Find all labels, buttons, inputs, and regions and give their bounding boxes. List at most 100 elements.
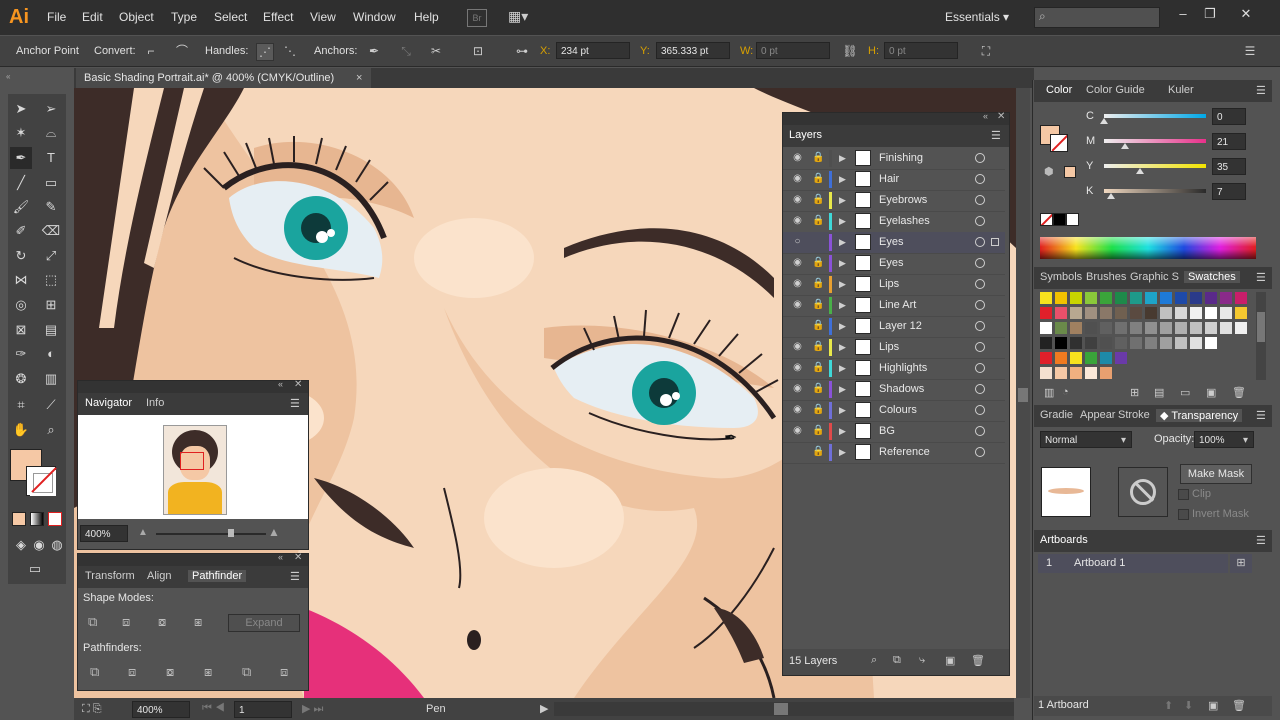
close-layers-icon[interactable]: ✕ bbox=[997, 111, 1005, 122]
tab-transparency[interactable]: ◆ Transparency bbox=[1156, 409, 1243, 422]
color-swatch[interactable] bbox=[1175, 307, 1187, 319]
navigator-zoom-thumb[interactable] bbox=[228, 529, 234, 537]
none-mode-icon[interactable] bbox=[48, 512, 62, 526]
tab-layers[interactable]: Layers bbox=[789, 129, 822, 141]
swatch-libraries-icon[interactable]: ▥ bbox=[1044, 386, 1054, 399]
menu-help[interactable]: Help bbox=[414, 10, 439, 24]
color-swatch[interactable] bbox=[1040, 337, 1052, 349]
layer-target-icon[interactable] bbox=[975, 363, 985, 373]
color-swatch[interactable] bbox=[1115, 337, 1127, 349]
layer-target-icon[interactable] bbox=[975, 195, 985, 205]
opacity-field[interactable]: 100% ▾ bbox=[1194, 431, 1254, 448]
color-swatch[interactable] bbox=[1085, 292, 1097, 304]
draw-inside-icon[interactable]: ◍ bbox=[46, 534, 68, 556]
lock-icon[interactable]: 🔒 bbox=[812, 362, 824, 374]
tab-brushes[interactable]: Brushes bbox=[1086, 271, 1126, 283]
pathfinder-menu-icon[interactable]: ☰ bbox=[290, 570, 300, 583]
color-spectrum-bar[interactable] bbox=[1040, 237, 1256, 259]
artboard-number-field[interactable]: 1 bbox=[234, 701, 292, 718]
layer-target-icon[interactable] bbox=[975, 321, 985, 331]
artboard-row[interactable]: 1 Artboard 1 bbox=[1038, 554, 1228, 573]
color-swatch[interactable] bbox=[1055, 367, 1067, 379]
color-swatch[interactable] bbox=[1130, 337, 1142, 349]
tab-transform[interactable]: Transform bbox=[85, 570, 135, 582]
tab-color-guide[interactable]: Color Guide bbox=[1086, 84, 1145, 96]
visibility-eye-icon[interactable]: ◉ bbox=[791, 278, 804, 290]
hand-tool-icon[interactable]: ✋ bbox=[10, 419, 32, 441]
color-swatch[interactable] bbox=[1190, 307, 1202, 319]
close-pathfinder-icon[interactable]: ✕ bbox=[294, 552, 302, 563]
reference-point-icon[interactable]: ⊶ bbox=[514, 43, 530, 59]
expand-layer-icon[interactable]: ▶ bbox=[839, 446, 849, 458]
gradient-tool-icon[interactable]: ▤ bbox=[40, 319, 62, 341]
color-swatch[interactable] bbox=[1100, 352, 1112, 364]
navigator-zoom-slider[interactable] bbox=[156, 529, 266, 537]
expand-layer-icon[interactable]: ▶ bbox=[839, 404, 849, 416]
clip-checkbox[interactable] bbox=[1178, 489, 1189, 500]
color-swatch[interactable] bbox=[1085, 352, 1097, 364]
visibility-eye-icon[interactable]: ◉ bbox=[791, 257, 804, 269]
new-swatch-icon[interactable]: ▣ bbox=[1206, 386, 1216, 399]
tab-graphic-styles[interactable]: Graphic S bbox=[1130, 271, 1179, 283]
menu-object[interactable]: Object bbox=[119, 10, 154, 24]
navigator-zoom-field[interactable]: 400% bbox=[80, 525, 128, 542]
merge-icon[interactable]: ⧇ bbox=[166, 664, 174, 680]
convert-smooth-icon[interactable]: ⌒ bbox=[174, 43, 190, 59]
collapse-pathfinder-icon[interactable]: « bbox=[278, 552, 283, 562]
screen-mode-icon[interactable]: ▭ bbox=[24, 558, 46, 580]
color-swatch[interactable] bbox=[1145, 322, 1157, 334]
new-artboard-icon[interactable]: ▣ bbox=[1208, 699, 1218, 712]
tab-align[interactable]: Align bbox=[147, 570, 171, 582]
new-sublayer-icon[interactable]: ⤷ bbox=[919, 654, 925, 667]
color-swatch[interactable] bbox=[1115, 292, 1127, 304]
color-swatch[interactable] bbox=[1115, 307, 1127, 319]
crop-icon[interactable]: ⧆ bbox=[204, 664, 212, 680]
color-swatch[interactable] bbox=[1055, 307, 1067, 319]
artboards-menu-icon[interactable]: ☰ bbox=[1256, 534, 1266, 547]
lock-icon[interactable]: 🔒 bbox=[812, 446, 824, 458]
tab-pathfinder[interactable]: Pathfinder bbox=[188, 570, 247, 582]
layer-row[interactable]: 🔒 ▶ Layer 12 bbox=[783, 316, 1005, 338]
delete-artboard-icon[interactable]: 🗑 bbox=[1232, 699, 1246, 712]
color-swatch[interactable] bbox=[1085, 322, 1097, 334]
slice-tool-icon[interactable]: ⟋ bbox=[40, 394, 62, 416]
color-swatch[interactable] bbox=[1130, 307, 1142, 319]
lock-icon[interactable] bbox=[812, 236, 824, 248]
make-mask-button[interactable]: Make Mask bbox=[1180, 464, 1252, 484]
visibility-eye-icon[interactable]: ◉ bbox=[791, 299, 804, 311]
color-swatch[interactable] bbox=[1130, 292, 1142, 304]
close-panel-icon[interactable]: ✕ bbox=[294, 379, 302, 390]
color-swatch[interactable] bbox=[1115, 322, 1127, 334]
color-swatch[interactable] bbox=[1160, 337, 1172, 349]
layer-row[interactable]: ◉ 🔒 ▶ Finishing bbox=[783, 148, 1005, 170]
remove-anchor-icon[interactable]: ✒ bbox=[366, 43, 382, 59]
color-swatch[interactable] bbox=[1220, 322, 1232, 334]
menu-type[interactable]: Type bbox=[171, 10, 197, 24]
lock-icon[interactable]: 🔒 bbox=[812, 320, 824, 332]
expand-layer-icon[interactable]: ▶ bbox=[839, 383, 849, 395]
zoom-in-icon[interactable]: ▲ bbox=[268, 525, 280, 539]
layer-row[interactable]: ◉ 🔒 ▶ Lips bbox=[783, 274, 1005, 296]
horizontal-scrollbar[interactable] bbox=[554, 702, 1014, 716]
yellow-slider-knob[interactable] bbox=[1135, 168, 1144, 174]
visibility-eye-icon[interactable]: ◉ bbox=[791, 383, 804, 395]
selection-tool-icon[interactable]: ➤ bbox=[10, 98, 32, 120]
first-artboard-icon[interactable]: ⏮ ◀ bbox=[202, 702, 225, 715]
tab-navigator[interactable]: Navigator bbox=[85, 397, 132, 409]
expand-layer-icon[interactable]: ▶ bbox=[839, 236, 849, 248]
horizontal-scroll-thumb[interactable] bbox=[774, 703, 788, 715]
color-swatch[interactable] bbox=[1190, 322, 1202, 334]
new-layer-icon[interactable]: ▣ bbox=[945, 654, 955, 667]
expand-layer-icon[interactable]: ▶ bbox=[839, 215, 849, 227]
color-swatch[interactable] bbox=[1055, 337, 1067, 349]
rotate-tool-icon[interactable]: ↻ bbox=[10, 245, 32, 267]
close-button[interactable]: ✕ bbox=[1234, 5, 1258, 23]
layer-target-icon[interactable] bbox=[975, 447, 985, 457]
color-swatch[interactable] bbox=[1100, 367, 1112, 379]
visibility-eye-icon[interactable] bbox=[791, 446, 804, 458]
expand-layer-icon[interactable]: ▶ bbox=[839, 194, 849, 206]
collapse-panel-icon[interactable]: « bbox=[278, 379, 283, 389]
zoom-tool-icon[interactable]: ⌕ bbox=[40, 419, 62, 441]
color-swatch[interactable] bbox=[1040, 292, 1052, 304]
color-swatch[interactable] bbox=[1100, 292, 1112, 304]
